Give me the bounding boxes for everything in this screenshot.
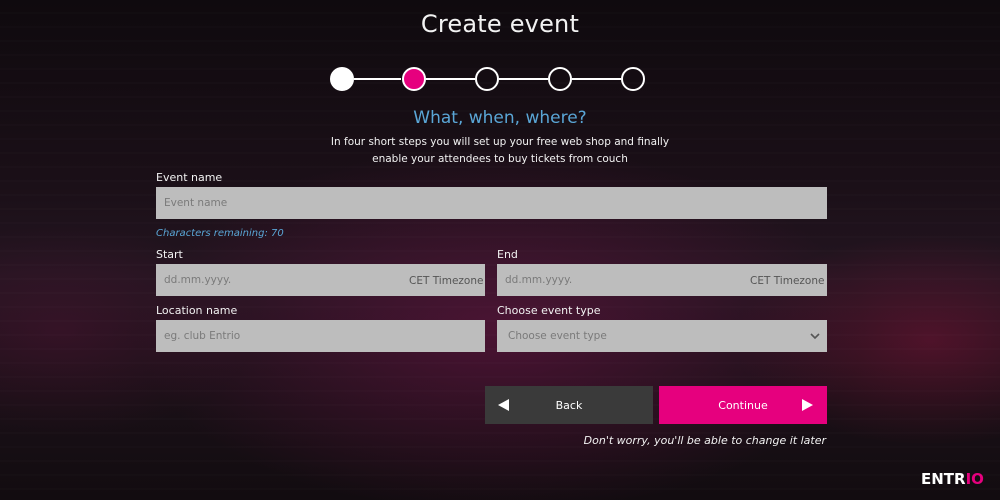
step-1-indicator: [330, 67, 354, 91]
event-type-selected: Choose event type: [508, 330, 607, 342]
logo-text-accent: IO: [965, 470, 984, 488]
back-button[interactable]: Back: [485, 386, 653, 424]
event-type-select[interactable]: Choose event type: [497, 320, 827, 352]
chevron-down-icon: [810, 333, 820, 340]
arrow-left-icon: [498, 399, 509, 411]
step-connector: [354, 78, 401, 80]
step-3-indicator: [475, 67, 499, 91]
step-connector: [572, 78, 621, 80]
location-input[interactable]: [156, 320, 485, 352]
back-button-label: Back: [555, 398, 583, 412]
continue-button[interactable]: Continue: [659, 386, 827, 424]
step-connector: [499, 78, 548, 80]
arrow-right-icon: [802, 399, 813, 411]
logo-text: ENTR: [921, 470, 966, 488]
page-title: Create event: [420, 10, 580, 38]
event-type-label: Choose event type: [497, 304, 601, 317]
start-label: Start: [156, 248, 183, 261]
step-subtitle: What, when, where?: [413, 108, 587, 128]
end-timezone: CET Timezone: [750, 275, 825, 287]
characters-remaining: Characters remaining: 70: [156, 228, 284, 239]
progress-stepper: [328, 66, 648, 92]
step-2-indicator: [402, 67, 426, 91]
intro-line: enable your attendees to buy tickets fro…: [372, 153, 628, 165]
change-later-note: Don't worry, you'll be able to change it…: [583, 434, 826, 447]
intro-text: In four short steps you will set up your…: [0, 134, 1000, 168]
event-name-label: Event name: [156, 171, 223, 184]
intro-line: In four short steps you will set up your…: [330, 136, 670, 148]
end-label: End: [497, 248, 518, 261]
event-name-input[interactable]: [156, 187, 827, 219]
entrio-logo: ENTRIO: [921, 470, 984, 488]
location-label: Location name: [156, 304, 238, 317]
step-5-indicator: [621, 67, 645, 91]
start-timezone: CET Timezone: [409, 275, 484, 287]
step-connector: [426, 78, 475, 80]
step-4-indicator: [548, 67, 572, 91]
continue-button-label: Continue: [718, 398, 768, 412]
